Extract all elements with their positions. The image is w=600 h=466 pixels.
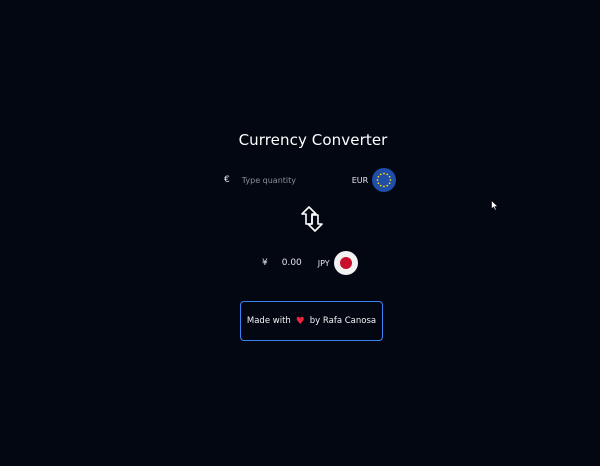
mouse-pointer-icon <box>491 196 499 211</box>
to-currency-code[interactable]: JPY <box>318 259 330 268</box>
quantity-input[interactable] <box>241 175 342 185</box>
converted-result: 0.00 <box>281 258 302 268</box>
japan-flag-sun <box>339 257 352 269</box>
swap-arrows-icon[interactable] <box>299 204 325 234</box>
credit-prefix: Made with <box>246 316 291 326</box>
from-currency-symbol: € <box>224 175 230 185</box>
to-currency-row: ¥ 0.00 JPY <box>262 250 358 276</box>
japan-flag-icon[interactable] <box>333 251 358 275</box>
from-currency-code[interactable]: EUR <box>352 176 368 185</box>
from-currency-row: € EUR <box>224 167 397 193</box>
heart-icon: ♥ <box>295 315 305 327</box>
page-title: Currency Converter <box>238 131 388 149</box>
app-root: Currency Converter € EUR <box>0 0 600 466</box>
to-currency-symbol: ¥ <box>262 258 268 268</box>
eu-flag-icon[interactable] <box>372 168 397 192</box>
credit-box[interactable]: Made with ♥ by Rafa Canosa <box>240 301 383 341</box>
credit-suffix: by Rafa Canosa <box>309 316 377 326</box>
